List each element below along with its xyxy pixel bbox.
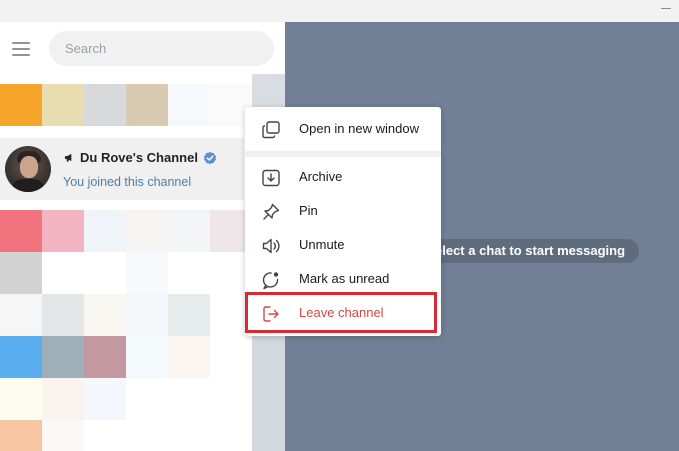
open-new-window-icon (262, 121, 280, 139)
unmute-icon (262, 238, 280, 254)
blurred-chat-list (0, 74, 285, 451)
blurred-avatar (0, 336, 42, 378)
menu-item-mark-unread[interactable]: Mark as unread (245, 262, 441, 296)
hamburger-menu-icon[interactable] (12, 42, 32, 56)
menu-item-label: Leave channel (299, 305, 384, 320)
blurred-preview (84, 378, 126, 420)
mark-unread-icon (262, 272, 279, 290)
menu-item-label: Archive (299, 169, 343, 184)
blurred-preview (42, 420, 84, 451)
blurred-preview (84, 336, 126, 378)
menu-item-label: Unmute (299, 237, 345, 252)
blurred-avatar (0, 378, 42, 420)
blurred-avatar (0, 210, 42, 252)
blurred-preview (168, 84, 210, 126)
blurred-preview (84, 294, 126, 336)
chat-list-item-channel[interactable]: Du Rove's Channel You joined this channe… (0, 138, 244, 200)
megaphone-icon (64, 153, 72, 162)
search-input[interactable]: Search (49, 31, 274, 66)
chat-preview-text: You joined this channel (63, 175, 192, 189)
blurred-avatar (0, 84, 42, 126)
archive-icon (262, 169, 280, 187)
menu-item-archive[interactable]: Archive (245, 160, 441, 194)
menu-item-label: Open in new window (299, 121, 419, 136)
chat-context-menu: Open in new window Archive Pin Unmute Ma… (245, 107, 441, 336)
title-bar (0, 0, 679, 23)
blurred-preview (42, 336, 84, 378)
pin-icon (263, 203, 280, 220)
blurred-preview (126, 84, 168, 126)
blurred-preview (126, 210, 168, 252)
blurred-preview (84, 210, 126, 252)
blurred-preview (168, 336, 210, 378)
blurred-avatar (0, 294, 42, 336)
leave-icon (263, 306, 279, 322)
menu-item-leave-channel[interactable]: Leave channel (245, 296, 441, 330)
menu-separator (245, 151, 441, 157)
chat-list-sidebar: Search Du Rove's Channel You joined this… (0, 22, 285, 451)
blurred-preview (42, 210, 84, 252)
verified-badge-icon (203, 151, 217, 164)
empty-chat-hint: elect a chat to start messaging (425, 239, 640, 263)
blurred-preview (252, 336, 285, 451)
chat-title-text: Du Rove's Channel (80, 150, 198, 165)
blurred-preview (84, 84, 126, 126)
channel-avatar[interactable] (5, 146, 51, 192)
blurred-preview (168, 210, 210, 252)
menu-item-open-new-window[interactable]: Open in new window (245, 112, 441, 146)
blurred-preview (42, 84, 84, 126)
minimize-icon[interactable] (661, 8, 671, 9)
menu-item-unmute[interactable]: Unmute (245, 228, 441, 262)
blurred-preview (126, 294, 168, 336)
blurred-preview (42, 294, 84, 336)
blurred-avatar (0, 420, 42, 451)
blurred-avatar (0, 252, 42, 294)
menu-item-label: Pin (299, 203, 318, 218)
chat-title: Du Rove's Channel (64, 150, 217, 165)
menu-item-pin[interactable]: Pin (245, 194, 441, 228)
blurred-preview (126, 336, 168, 378)
blurred-preview (42, 378, 84, 420)
menu-item-label: Mark as unread (299, 271, 390, 286)
blurred-preview (126, 252, 168, 294)
blurred-preview (168, 294, 210, 336)
